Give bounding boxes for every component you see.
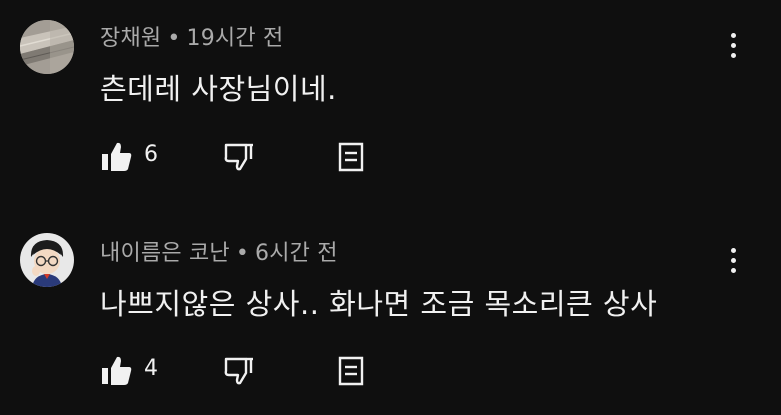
comment-meta: 장채원 • 19시간 전: [100, 20, 283, 52]
meta-separator: •: [235, 241, 250, 266]
comment-time[interactable]: 6시간 전: [255, 241, 338, 266]
avatar[interactable]: [20, 233, 74, 287]
comment-item: 내이름은 코난 • 6시간 전 나쁘지않은 상사.. 화나면 조금 목소리큰 상사 …: [0, 205, 781, 415]
thumbs-up-icon[interactable]: [100, 354, 134, 388]
comment-time[interactable]: 19시간 전: [187, 26, 284, 51]
more-vert-icon[interactable]: [722, 247, 746, 277]
thumbs-down-icon[interactable]: [222, 354, 256, 388]
like-count: 4: [144, 356, 158, 381]
comment-item: 장채원 • 19시간 전 츤데레 사장님이네. 6: [0, 0, 781, 205]
comment-text: 나쁘지않은 상사.. 화나면 조금 목소리큰 상사: [100, 287, 658, 321]
comment-meta: 내이름은 코난 • 6시간 전: [100, 235, 338, 267]
reply-icon[interactable]: [336, 354, 366, 388]
comment-author[interactable]: 장채원: [100, 26, 161, 51]
thumbs-up-icon[interactable]: [100, 140, 134, 174]
avatar[interactable]: [20, 20, 74, 74]
more-vert-icon[interactable]: [722, 32, 746, 62]
reply-icon[interactable]: [336, 140, 366, 174]
thumbs-down-icon[interactable]: [222, 140, 256, 174]
comment-text: 츤데레 사장님이네.: [100, 72, 337, 106]
comment-author[interactable]: 내이름은 코난: [100, 241, 230, 266]
like-count: 6: [144, 142, 158, 167]
meta-separator: •: [167, 26, 181, 51]
